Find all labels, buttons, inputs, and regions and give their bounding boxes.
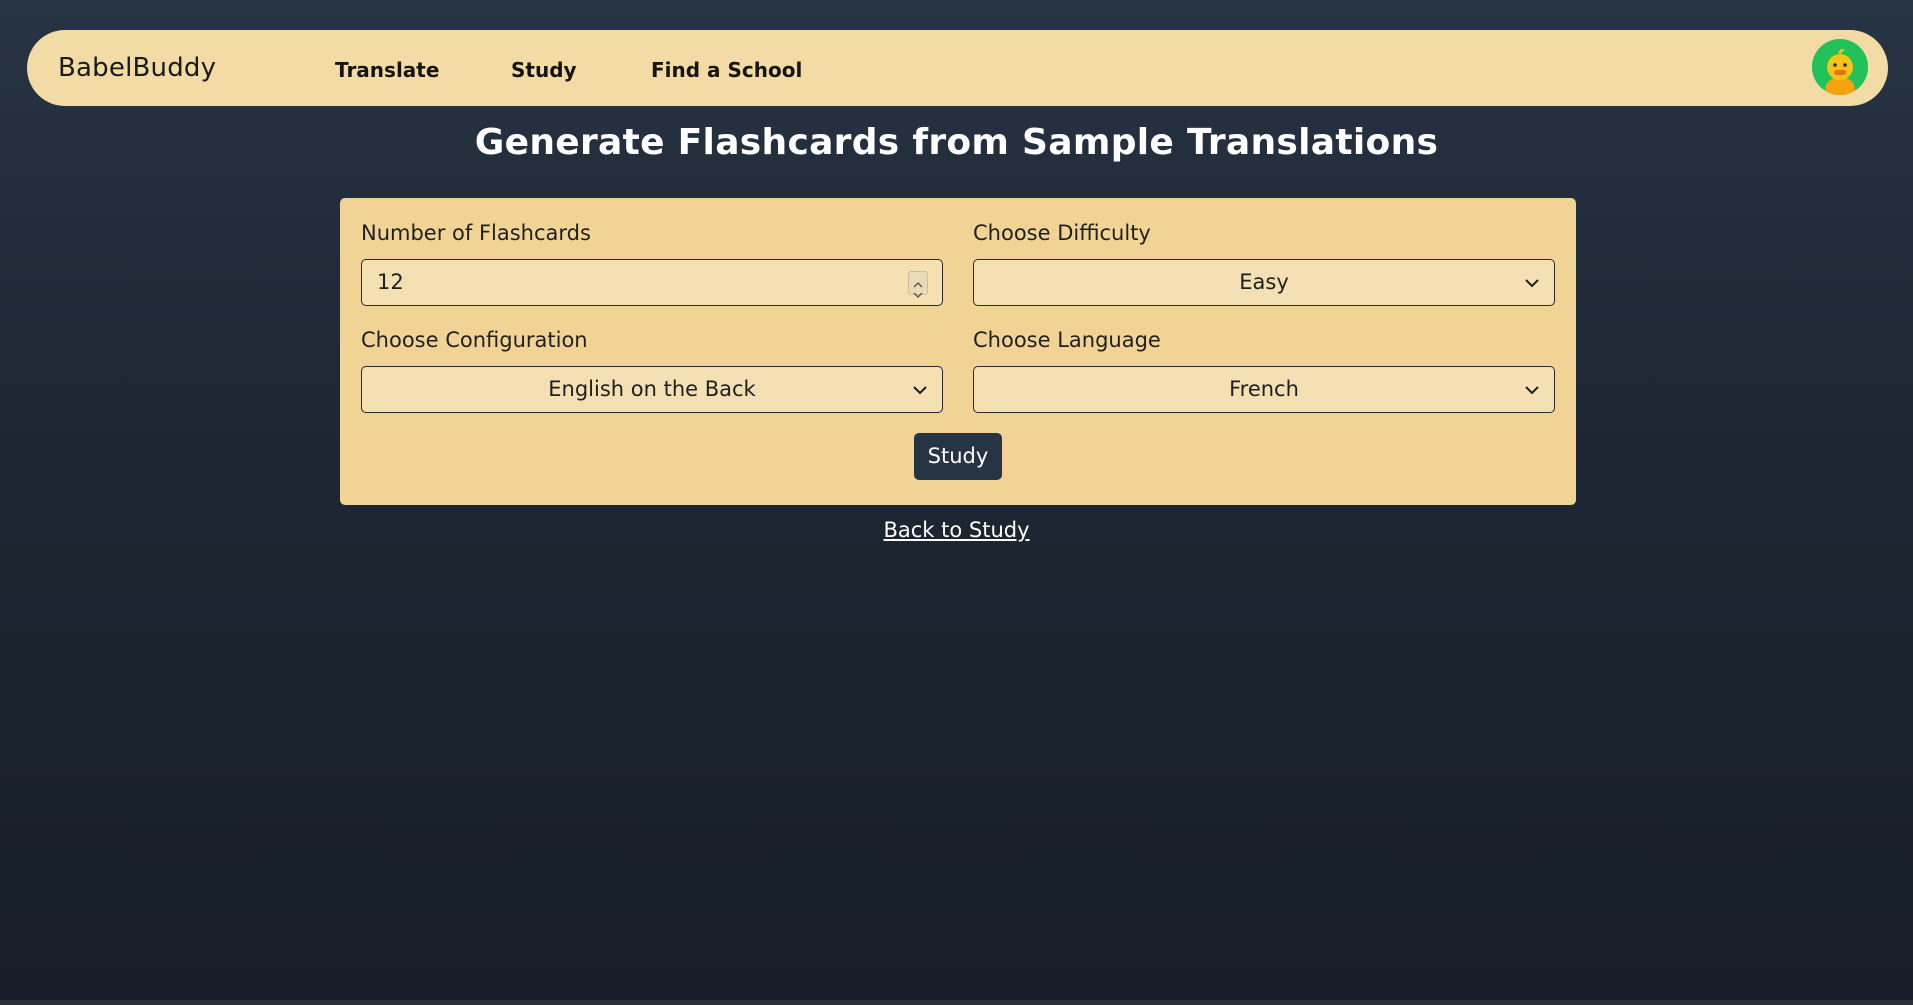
flashcards-count-input[interactable]: 12 [361, 259, 943, 306]
difficulty-value: Easy [1239, 270, 1289, 294]
configuration-value: English on the Back [548, 377, 756, 401]
duck-avatar-icon[interactable] [1812, 39, 1868, 95]
top-navbar: BabelBuddy Translate Study Find a School [27, 30, 1888, 106]
back-link-container: Back to Study [0, 518, 1913, 542]
configuration-select[interactable]: English on the Back [361, 366, 943, 413]
flashcards-count-value: 12 [377, 270, 404, 294]
brand-logo[interactable]: BabelBuddy [58, 30, 216, 106]
nav-link-translate[interactable]: Translate [335, 30, 439, 106]
language-value: French [1229, 377, 1299, 401]
page-title: Generate Flashcards from Sample Translat… [474, 122, 1439, 163]
configuration-label: Choose Configuration [361, 328, 588, 352]
nav-link-find-a-school[interactable]: Find a School [651, 30, 802, 106]
back-to-study-link[interactable]: Back to Study [883, 518, 1029, 542]
chevron-down-icon [1525, 386, 1539, 395]
chevron-down-icon [1525, 279, 1539, 288]
flashcard-settings-card: Number of Flashcards 12 Choose Difficult… [340, 198, 1576, 505]
language-select[interactable]: French [973, 366, 1555, 413]
stepper-arrows-icon [913, 282, 923, 298]
difficulty-select[interactable]: Easy [973, 259, 1555, 306]
number-stepper[interactable] [908, 271, 928, 298]
difficulty-label: Choose Difficulty [973, 221, 1151, 245]
bottom-divider [0, 1000, 1913, 1005]
flashcards-count-label: Number of Flashcards [361, 221, 591, 245]
study-button[interactable]: Study [914, 433, 1002, 480]
chevron-down-icon [913, 386, 927, 395]
nav-link-study[interactable]: Study [511, 30, 577, 106]
language-label: Choose Language [973, 328, 1161, 352]
